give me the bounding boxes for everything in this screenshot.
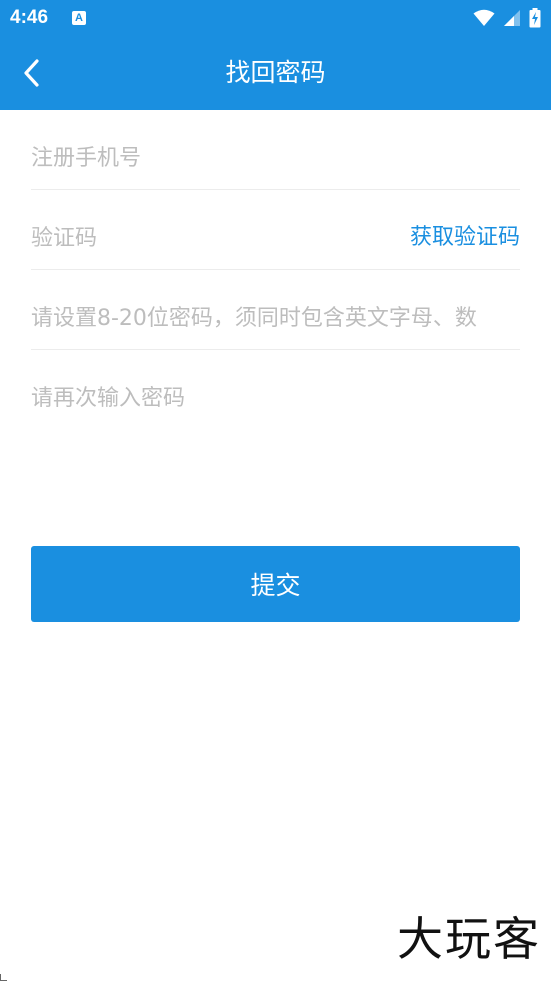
app-bar: 找回密码 bbox=[0, 37, 551, 110]
status-bar: 4:46 A bbox=[0, 0, 551, 37]
new-password-input[interactable] bbox=[31, 300, 520, 336]
signal-icon bbox=[504, 10, 520, 26]
phone-row bbox=[31, 110, 520, 190]
watermark-logo: 大玩客 bbox=[397, 912, 541, 966]
password-row bbox=[31, 270, 520, 350]
get-code-button[interactable]: 获取验证码 bbox=[410, 223, 520, 253]
reset-password-form: 获取验证码 bbox=[31, 110, 520, 429]
page-title: 找回密码 bbox=[225, 58, 326, 87]
code-row: 获取验证码 bbox=[31, 190, 520, 270]
wifi-icon bbox=[473, 9, 495, 26]
confirm-password-row bbox=[31, 350, 520, 429]
verification-code-input[interactable] bbox=[31, 220, 391, 256]
confirm-password-input[interactable] bbox=[31, 380, 520, 416]
corner-mark bbox=[0, 974, 7, 981]
status-icons bbox=[473, 8, 541, 28]
status-time: 4:46 bbox=[10, 7, 49, 28]
submit-button[interactable]: 提交 bbox=[31, 546, 520, 622]
phone-input[interactable] bbox=[31, 140, 520, 176]
notification-app-icon: A bbox=[72, 11, 86, 25]
battery-charging-icon bbox=[529, 8, 541, 28]
